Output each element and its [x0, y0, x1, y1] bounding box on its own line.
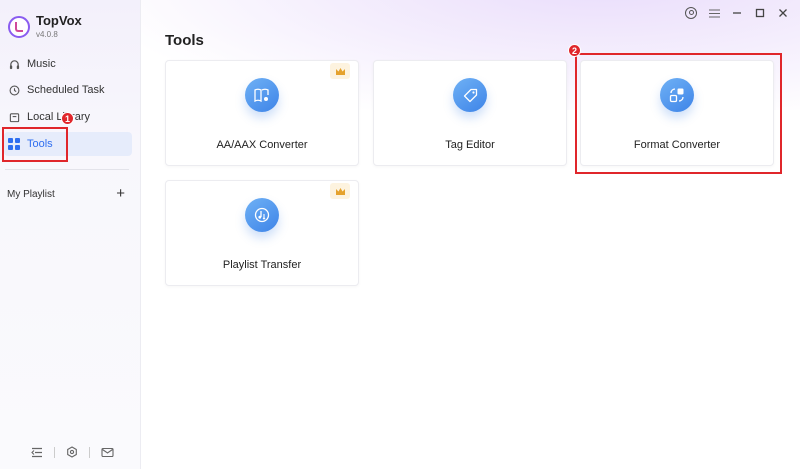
highlight-box-tools	[2, 127, 68, 162]
highlight-box-format-converter	[575, 53, 782, 174]
my-playlist-label: My Playlist	[7, 188, 55, 200]
collapse-sidebar-icon[interactable]	[30, 445, 44, 459]
sidebar-bottom-bar	[30, 445, 114, 459]
tool-card-playlist-transfer[interactable]: Playlist Transfer	[165, 180, 359, 286]
tool-card-label: AA/AAX Converter	[216, 139, 308, 151]
premium-crown-icon	[330, 63, 350, 79]
premium-crown-icon	[330, 183, 350, 199]
topvox-logo-icon	[8, 16, 30, 38]
tool-card-label: Tag Editor	[445, 139, 495, 151]
step-badge-1: 1	[61, 112, 74, 125]
close-icon[interactable]	[776, 6, 790, 20]
app-version: v4.0.8	[36, 30, 58, 39]
sidebar: TopVox v4.0.8 Music Scheduled Task Local…	[0, 0, 141, 469]
headphones-icon	[8, 58, 20, 70]
brand: TopVox v4.0.8	[8, 13, 82, 41]
sidebar-divider	[5, 169, 129, 170]
tool-card-label: Playlist Transfer	[222, 259, 302, 271]
sidebar-item-music[interactable]: Music	[4, 52, 132, 76]
folder-icon	[8, 111, 20, 123]
app-name: TopVox	[36, 13, 82, 28]
minimize-icon[interactable]	[730, 6, 744, 20]
step-badge-2: 2	[568, 44, 581, 57]
tool-card-tag-editor[interactable]: Tag Editor	[373, 60, 567, 166]
menu-icon[interactable]	[707, 6, 721, 20]
book-music-icon	[245, 78, 279, 112]
sidebar-item-label: Scheduled Task	[27, 84, 105, 96]
my-playlist-row: My Playlist +	[7, 186, 125, 201]
window-controls	[684, 6, 790, 20]
sidebar-item-label: Music	[27, 58, 56, 70]
tag-icon	[453, 78, 487, 112]
clock-icon	[8, 84, 20, 96]
tool-card-aa-aax-converter[interactable]: AA/AAX Converter	[165, 60, 359, 166]
add-playlist-button[interactable]: +	[116, 186, 125, 201]
mail-icon[interactable]	[100, 445, 114, 459]
sidebar-item-label: Local Library	[27, 111, 90, 123]
music-transfer-icon	[245, 198, 279, 232]
account-icon[interactable]	[684, 6, 698, 20]
maximize-icon[interactable]	[753, 6, 767, 20]
page-title: Tools	[165, 32, 204, 49]
settings-icon[interactable]	[65, 445, 79, 459]
sidebar-item-scheduled-task[interactable]: Scheduled Task	[4, 78, 132, 102]
